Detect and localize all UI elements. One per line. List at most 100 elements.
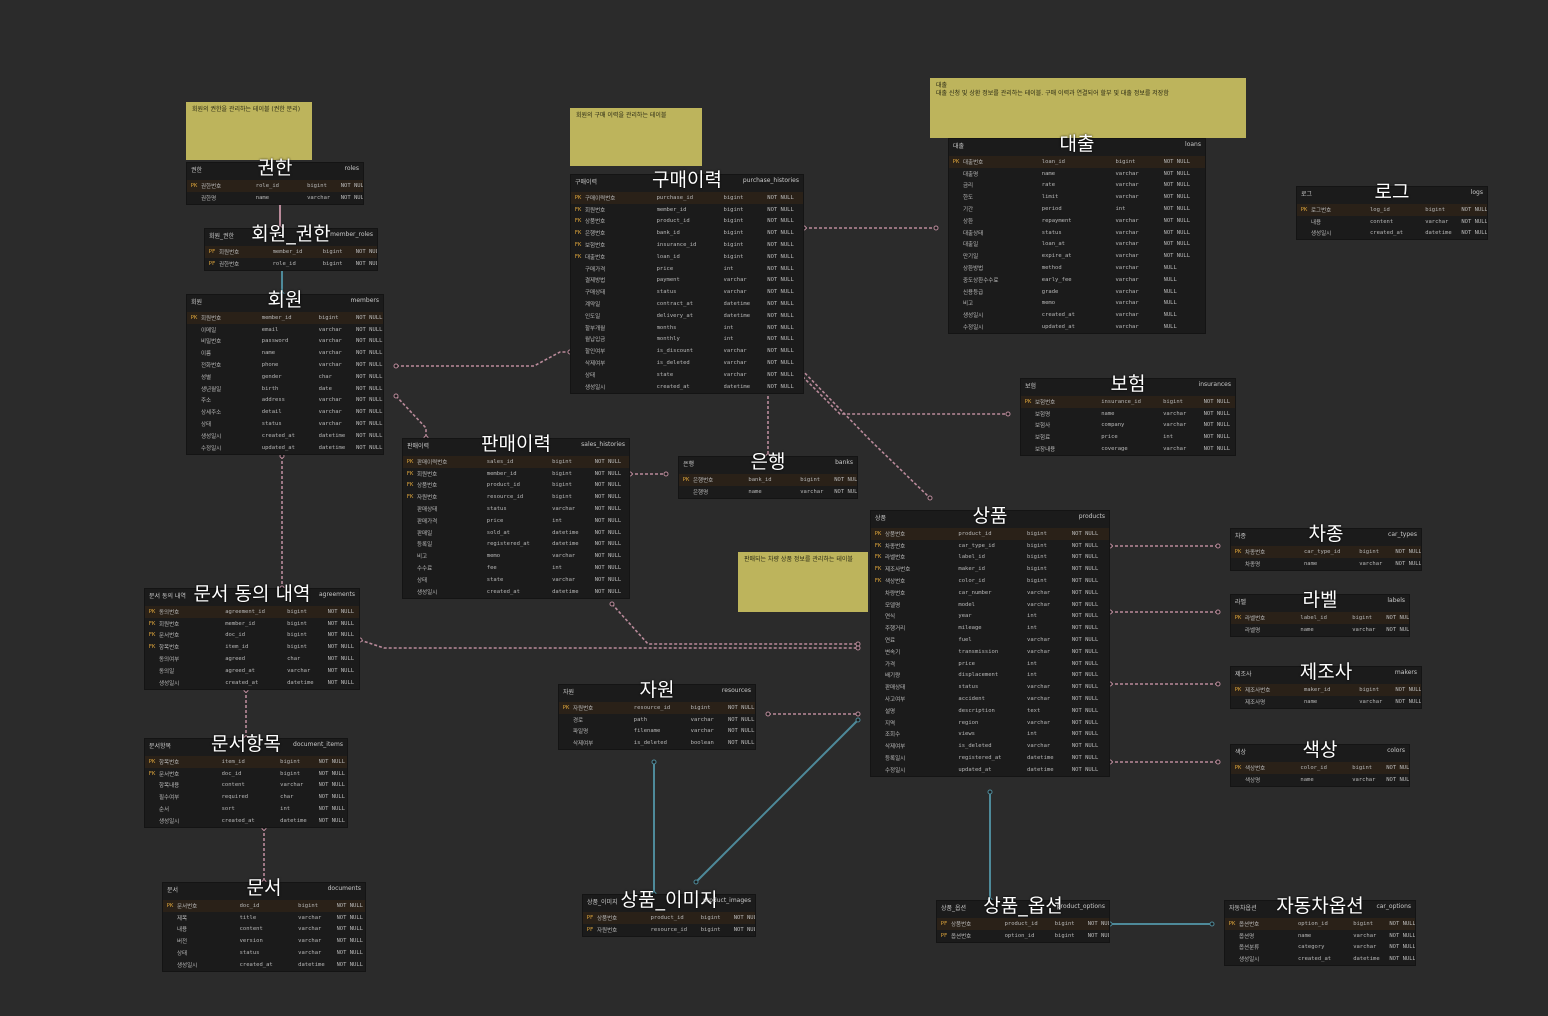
rel-purchase-insurance[interactable] xyxy=(791,365,1008,415)
rel-member-purchase[interactable] xyxy=(396,351,570,367)
column-row[interactable]: FK 문서번호 doc_id bigint NOT NULL xyxy=(145,768,347,780)
table-member[interactable]: 회원 회원 members PK 회원번호 member_id bigint NOT NULL… xyxy=(186,289,384,455)
column-row[interactable]: 제목 title varchar NOT NULL xyxy=(163,912,365,924)
column-row[interactable]: FK 색상번호 color_id bigint NOT NULL xyxy=(871,575,1109,587)
table-header[interactable]: 권한 권한 roles xyxy=(187,157,363,180)
column-row[interactable]: 금리 rate varchar NOT NULL xyxy=(949,180,1205,192)
column-row[interactable]: PK 보험번호 insurance_id bigint NOT NULL xyxy=(1021,396,1235,408)
column-row[interactable]: 판매일 sold_at datetime NOT NULL xyxy=(403,527,629,539)
table-header[interactable]: 회원_권한 회원_권한 member_roles xyxy=(205,223,377,246)
column-row[interactable]: FK 상품번호 product_id bigint NOT NULL xyxy=(403,480,629,492)
column-row[interactable]: 내용 content varchar NOT NULL xyxy=(1297,216,1487,228)
column-row[interactable]: 변속기 transmission varchar NOT NULL xyxy=(871,646,1109,658)
column-row[interactable]: 설명 description text NOT NULL xyxy=(871,705,1109,717)
column-row[interactable]: PF옵션번호 option_id bigint NOT NULL xyxy=(937,930,1109,942)
table-header[interactable]: 상품_이미지 상품_이미지 product_images xyxy=(583,889,755,912)
column-row[interactable]: FK 회원번호 member_id bigint NOT NULL xyxy=(571,204,803,216)
column-row[interactable]: 기간 period int NOT NULL xyxy=(949,203,1205,215)
column-row[interactable]: FK 라벨번호 label_id bigint NOT NULL xyxy=(871,552,1109,564)
column-row[interactable]: PK 차종번호 car_type_id bigint NOT NULL xyxy=(1231,546,1421,558)
table-header[interactable]: 상품 상품 products xyxy=(871,505,1109,528)
column-row[interactable]: 차량번호 car_number varchar NOT NULL xyxy=(871,587,1109,599)
table-header[interactable]: 문서항목 문서항목 document_items xyxy=(145,733,347,756)
column-row[interactable]: 이메일 email varchar NOT NULL xyxy=(187,324,383,336)
column-row[interactable]: 전화번호 phone varchar NOT NULL xyxy=(187,359,383,371)
column-row[interactable]: PK 항목번호 item_id bigint NOT NULL xyxy=(145,756,347,768)
column-row[interactable]: 지역 region varchar NOT NULL xyxy=(871,717,1109,729)
column-row[interactable]: 신용등급 grade varchar NULL xyxy=(949,286,1205,298)
table-header[interactable]: 로그 로그 logs xyxy=(1297,181,1487,204)
column-row[interactable]: PF상품번호 product_id bigint NOT NULL xyxy=(937,918,1109,930)
column-row[interactable]: FK 차종번호 car_type_id bigint NOT NULL xyxy=(871,540,1109,552)
column-row[interactable]: PK권한번호 role_id bigint NOT NULL xyxy=(187,180,363,192)
column-row[interactable]: 한도 limit varchar NOT NULL xyxy=(949,191,1205,203)
column-row[interactable]: 결제방법 payment varchar NOT NULL xyxy=(571,275,803,287)
column-row[interactable]: 구매상태 status varchar NOT NULL xyxy=(571,286,803,298)
column-row[interactable]: 색상명 name varchar NOT NULL xyxy=(1231,774,1409,786)
column-row[interactable]: 파일명 filename varchar NOT NULL xyxy=(559,726,755,738)
column-row[interactable]: PK 옵션번호 option_id bigint NOT NULL xyxy=(1225,918,1415,930)
column-row[interactable]: 권한명 name varchar NOT NULL xyxy=(187,192,363,204)
memo-auth[interactable]: 회원의 권한을 관리하는 테이블 (권한 분리) xyxy=(186,102,312,160)
column-row[interactable]: FK 항목번호 item_id bigint NOT NULL xyxy=(145,641,359,653)
column-row[interactable]: FK 제조사번호 maker_id bigint NOT NULL xyxy=(871,563,1109,575)
memo-loan[interactable]: 대출 대출 신청 및 상환 정보를 관리하는 테이블. 구매 이력과 연결되어 … xyxy=(930,78,1246,138)
table-header[interactable]: 상품_옵션 상품_옵션 product_options xyxy=(937,895,1109,918)
column-row[interactable]: 삭제여부 is_deleted varchar NOT NULL xyxy=(871,740,1109,752)
column-row[interactable]: PF권한번호 role_id bigint NOT NULL xyxy=(205,258,377,270)
column-row[interactable]: 상환 repayment varchar NOT NULL xyxy=(949,215,1205,227)
column-row[interactable]: 사고여부 accident varchar NOT NULL xyxy=(871,693,1109,705)
rel-member-sales[interactable] xyxy=(395,395,427,438)
table-header[interactable]: 구매이력 구매이력 purchase_histories xyxy=(571,169,803,192)
column-row[interactable]: FK 은행번호 bank_id bigint NOT NULL xyxy=(571,227,803,239)
column-row[interactable]: 연식 year int NOT NULL xyxy=(871,611,1109,623)
column-row[interactable]: 생성일시 created_at datetime NOT NULL xyxy=(1297,228,1487,240)
column-row[interactable]: FK 자원번호 resource_id bigint NOT NULL xyxy=(403,491,629,503)
column-row[interactable]: 성별 gender char NOT NULL xyxy=(187,371,383,383)
column-row[interactable]: 생성일시 created_at datetime NOT NULL xyxy=(145,677,359,689)
table-product-option[interactable]: 상품_옵션 상품_옵션 product_options PF 상품번호 product_i… xyxy=(936,895,1110,943)
table-log[interactable]: 로그 로그 logs PK 로그번호 log_id bigint NOT NULL 내용 cont… xyxy=(1296,181,1488,241)
column-row[interactable]: 생성일시 created_at datetime NOT NULL xyxy=(1225,953,1415,965)
table-sales-history[interactable]: 판매이력 판매이력 sales_histories PK 판매이력번호 sales_id b… xyxy=(402,433,630,599)
table-loan[interactable]: 대출 대출 loans PK 대출번호 loan_id bigint NOT NULL 대출명 n… xyxy=(948,133,1206,334)
column-row[interactable]: PK 회원번호 member_id bigint NOT NULL xyxy=(187,312,383,324)
table-auth[interactable]: 권한권한rolesPK권한번호role_idbigintNOT NULL권한명n… xyxy=(186,157,364,205)
column-row[interactable]: 생성일시 created_at datetime NOT NULL xyxy=(403,586,629,598)
column-row[interactable]: 모델명 model varchar NOT NULL xyxy=(871,599,1109,611)
column-row[interactable]: FK 회원번호 member_id bigint NOT NULL xyxy=(403,468,629,480)
column-row[interactable]: 상태 state varchar NOT NULL xyxy=(571,369,803,381)
column-row[interactable]: PK 동의번호 agreement_id bigint NOT NULL xyxy=(145,606,359,618)
column-row[interactable]: PK 로그번호 log_id bigint NOT NULL xyxy=(1297,204,1487,216)
column-row[interactable]: 경로 path varchar NOT NULL xyxy=(559,714,755,726)
column-row[interactable]: 이름 name varchar NOT NULL xyxy=(187,347,383,359)
column-row[interactable]: PK 자원번호 resource_id bigint NOT NULL xyxy=(559,702,755,714)
table-header[interactable]: 색상 색상 colors xyxy=(1231,739,1409,762)
table-header[interactable]: 라벨 라벨 labels xyxy=(1231,589,1409,612)
column-row[interactable]: 계약일 contract_at datetime NOT NULL xyxy=(571,298,803,310)
table-product-image[interactable]: 상품_이미지 상품_이미지 product_images PF 상품번호 product_… xyxy=(582,889,756,937)
column-row[interactable]: 할부개월 months int NOT NULL xyxy=(571,322,803,334)
column-row[interactable]: 삭제여부 is_deleted varchar NOT NULL xyxy=(571,357,803,369)
column-row[interactable]: 인도일 delivery_at datetime NOT NULL xyxy=(571,310,803,322)
column-row[interactable]: 가격 price int NOT NULL xyxy=(871,658,1109,670)
column-row[interactable]: FK 문서번호 doc_id bigint NOT NULL xyxy=(145,630,359,642)
column-row[interactable]: 조회수 views int NOT NULL xyxy=(871,729,1109,741)
column-row[interactable]: 생성일시 created_at datetime NOT NULL xyxy=(571,381,803,393)
column-row[interactable]: 중도상환수수료 early_fee varchar NULL xyxy=(949,274,1205,286)
erd-canvas[interactable]: 회원의 권한을 관리하는 테이블 (권한 분리) 회원의 구매 이력을 관리하는… xyxy=(0,0,1548,1016)
column-row[interactable]: 주소 address varchar NOT NULL xyxy=(187,395,383,407)
column-row[interactable]: 수정일시 updated_at datetime NOT NULL xyxy=(187,442,383,454)
column-row[interactable]: 동의여부 agreed char NOT NULL xyxy=(145,653,359,665)
table-purchase-history[interactable]: 구매이력 구매이력 purchase_histories PK 구매이력번호 purcha… xyxy=(570,169,804,394)
table-header[interactable]: 보험 보험 insurances xyxy=(1021,373,1235,396)
column-row[interactable]: 삭제여부 is_deleted boolean NOT NULL xyxy=(559,737,755,749)
memo-purchase[interactable]: 회원의 구매 이력을 관리하는 테이블 xyxy=(570,108,702,166)
column-row[interactable]: 판매상태 status varchar NOT NULL xyxy=(871,681,1109,693)
column-row[interactable]: 버전 version varchar NOT NULL xyxy=(163,935,365,947)
column-row[interactable]: 필수여부 required char NOT NULL xyxy=(145,791,347,803)
column-row[interactable]: 판매상태 status varchar NOT NULL xyxy=(403,503,629,515)
column-row[interactable]: PK색상번호 color_id bigint NOT NULL xyxy=(1231,762,1409,774)
table-document-consent[interactable]: 문서 동의 내역 문서 동의 내역 agreements PK 동의번호 agreemen… xyxy=(144,583,360,690)
column-row[interactable]: PK 상품번호 product_id bigint NOT NULL xyxy=(871,528,1109,540)
